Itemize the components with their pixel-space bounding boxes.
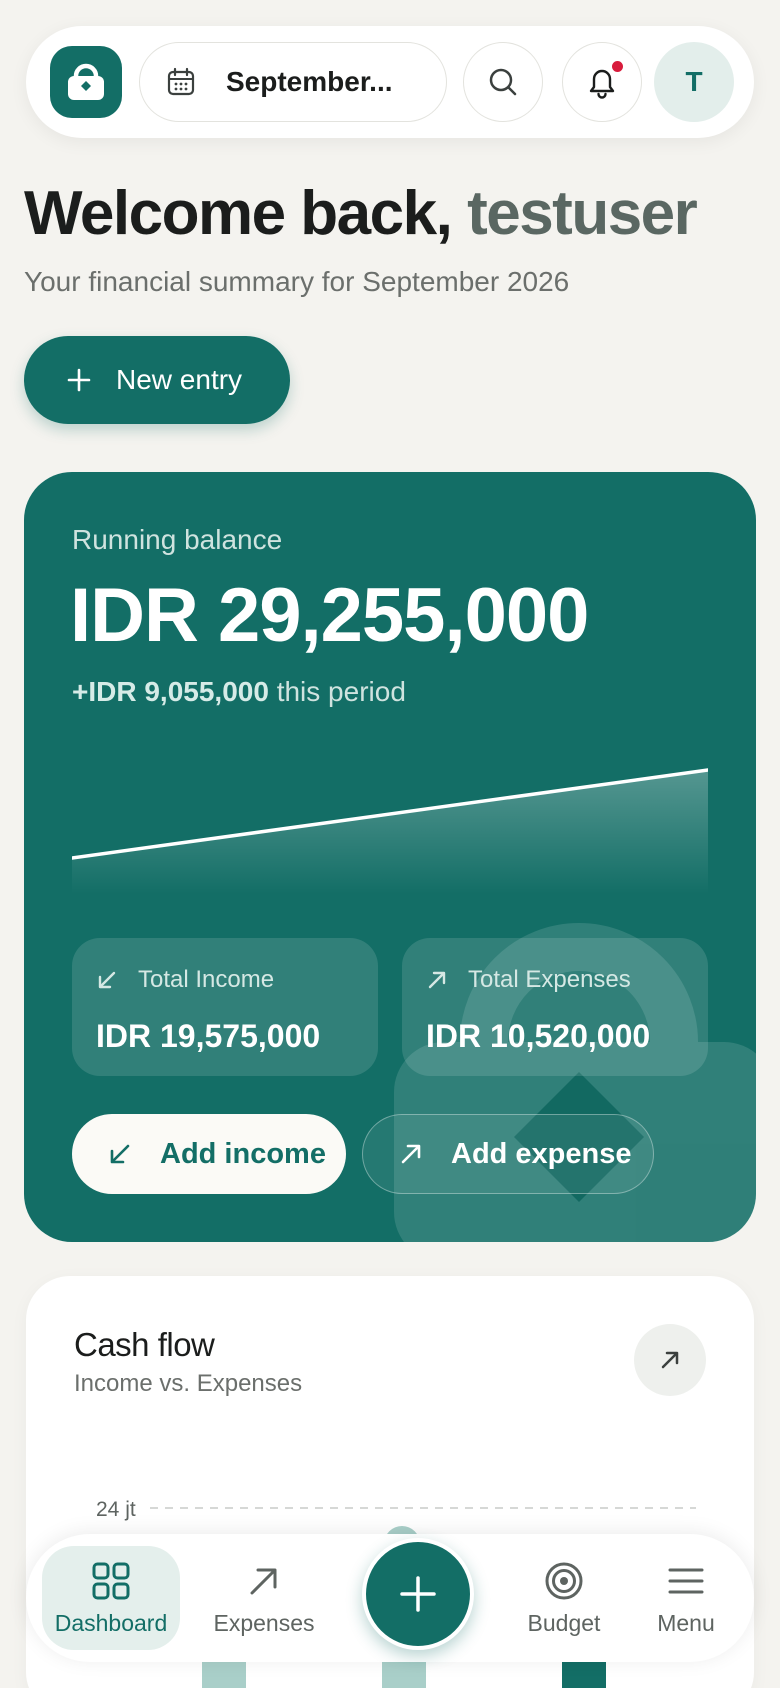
total-expenses-value: IDR 10,520,000 [426, 1018, 651, 1054]
period-selector[interactable]: September... [139, 42, 447, 122]
calendar-icon [166, 67, 196, 97]
arrow-down-left-icon [96, 969, 118, 991]
balance-sparkline [72, 768, 708, 894]
wallet-lock-icon [68, 63, 104, 100]
username: testuser [467, 179, 698, 248]
target-icon [543, 1560, 585, 1602]
nav-dashboard[interactable]: Dashboard [42, 1546, 180, 1650]
nav-expenses[interactable]: Expenses [204, 1546, 324, 1650]
total-income-card: Total Income IDR 19,575,000 [72, 938, 378, 1076]
nav-budget-label: Budget [527, 1609, 601, 1636]
add-entry-fab[interactable] [362, 1538, 474, 1650]
total-expenses-card: Total Expenses IDR 10,520,000 [402, 938, 708, 1076]
nav-dashboard-label: Dashboard [54, 1609, 168, 1636]
new-entry-label: New entry [116, 364, 243, 395]
nav-budget[interactable]: Budget [504, 1546, 624, 1650]
balance-card: Running balance IDR 29,255,000 +IDR 9,05… [24, 472, 756, 1242]
period-change-suffix: this period [268, 676, 406, 707]
add-income-button[interactable]: Add income [72, 1114, 346, 1194]
total-income-label: Total Income [138, 966, 275, 993]
search-button[interactable] [463, 42, 543, 122]
add-expense-button[interactable]: Add expense [362, 1114, 654, 1194]
arrow-up-right-icon [243, 1560, 285, 1602]
sparkline-area [72, 770, 708, 894]
nav-menu[interactable]: Menu [626, 1546, 746, 1650]
grid-icon [90, 1560, 132, 1602]
avatar[interactable]: T [654, 42, 734, 122]
nav-menu-label: Menu [657, 1609, 715, 1636]
search-icon [489, 68, 517, 96]
running-balance-amount: IDR 29,255,000 [70, 573, 589, 658]
top-bar: September... T [26, 26, 754, 138]
arrow-up-right-icon [426, 969, 448, 991]
arrow-down-left-icon [108, 1142, 132, 1166]
total-expenses-label: Total Expenses [468, 966, 631, 993]
notifications-button[interactable] [562, 42, 642, 122]
hamburger-icon [665, 1560, 707, 1602]
total-income-value: IDR 19,575,000 [96, 1018, 321, 1054]
page-subtitle: Your financial summary for September 202… [24, 266, 570, 297]
plus-icon [400, 1576, 436, 1612]
page-title: Welcome back, testuser [24, 178, 698, 249]
arrow-up-right-icon [399, 1142, 423, 1166]
notification-badge [610, 59, 625, 74]
app-logo[interactable] [50, 46, 122, 118]
period-change: +IDR 9,055,000 this period [72, 676, 406, 708]
y-tick-top: 24 jt [96, 1498, 136, 1521]
nav-expenses-label: Expenses [213, 1609, 315, 1636]
period-label: September... [226, 66, 393, 97]
add-income-label: Add income [160, 1137, 326, 1170]
add-expense-label: Add expense [451, 1137, 632, 1170]
greeting-text: Welcome back, [24, 179, 468, 248]
period-change-amount: +IDR 9,055,000 [72, 676, 269, 707]
running-balance-label: Running balance [72, 524, 283, 555]
new-entry-button[interactable]: New entry [24, 336, 290, 424]
plus-icon [66, 367, 92, 393]
